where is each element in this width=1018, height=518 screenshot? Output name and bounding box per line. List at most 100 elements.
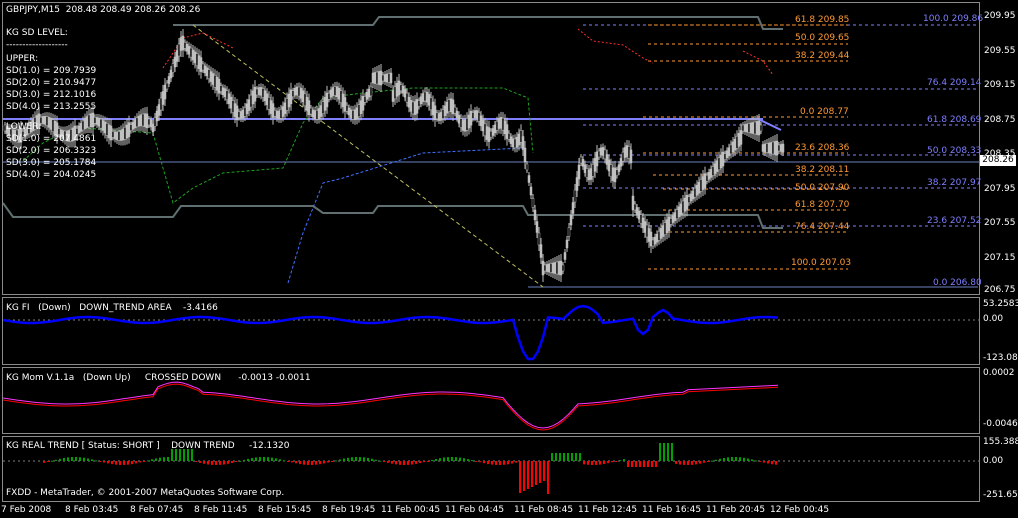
candle [233, 103, 237, 117]
candle [745, 123, 749, 133]
fi-indicator-pane[interactable]: KG FI (Down) DOWN_TREND AREA -3.4166 [2, 297, 981, 365]
candle [739, 130, 743, 145]
candle [193, 51, 197, 64]
candle [119, 130, 123, 141]
candle [509, 136, 513, 144]
candle [737, 133, 741, 147]
trend-bar [631, 461, 633, 467]
candle [337, 87, 341, 100]
candle [251, 90, 255, 105]
candle [623, 147, 627, 158]
trend-bar [343, 458, 345, 461]
candle [213, 75, 217, 88]
fib-right-label: 38.2 207.97 [927, 178, 982, 188]
trend-bar [167, 457, 169, 461]
candle [493, 124, 497, 134]
candle [447, 99, 451, 112]
trend-bar [363, 457, 365, 461]
candle [767, 142, 771, 154]
candle [443, 105, 447, 117]
candle [427, 94, 431, 106]
candle [547, 263, 551, 273]
candle [145, 113, 149, 129]
time-axis-label: 11 Feb 20:45 [706, 505, 766, 515]
mom-axis: 0.0002 -0.0046 [980, 367, 1018, 434]
candle [499, 117, 503, 129]
candle [327, 93, 331, 100]
candle [341, 93, 345, 108]
candle [751, 122, 755, 134]
candle [679, 203, 683, 216]
candle [99, 118, 103, 129]
price-axis-label: 207.55 [984, 218, 1016, 228]
candle [521, 136, 525, 150]
trend-bar [383, 461, 385, 462]
fib-right-label: 50.0 208.33 [927, 146, 982, 156]
candle [271, 103, 275, 118]
candle [451, 99, 455, 115]
trend-bar [707, 461, 709, 462]
candle [173, 56, 177, 68]
candle [117, 131, 121, 141]
channel-line [173, 16, 783, 30]
candle [391, 90, 395, 102]
candle [403, 88, 407, 98]
candle [299, 88, 303, 99]
candle [435, 112, 439, 120]
candle [243, 107, 247, 117]
candle [587, 169, 591, 181]
trend-bar [295, 461, 297, 464]
candle [377, 71, 381, 85]
candle [143, 113, 147, 127]
candle [361, 96, 365, 111]
trend-bar [299, 461, 301, 465]
trend-bar [519, 461, 521, 493]
candle [555, 261, 559, 275]
candle [273, 109, 277, 117]
candle [357, 104, 361, 117]
price-axis-label: 208.75 [984, 115, 1016, 125]
sd-lower-label: LOWER: [6, 122, 42, 132]
trend-bar [159, 457, 161, 461]
candle [673, 212, 677, 221]
candle [167, 76, 171, 84]
candle [707, 172, 711, 180]
trend-bar [315, 461, 317, 465]
candle [691, 190, 695, 200]
main-chart-pane[interactable]: GBPJPY,M15 208.48 208.49 208.26 208.26 K… [2, 2, 983, 295]
fib-mid-label: 100.0 207.03 [791, 258, 852, 268]
trend-bar [411, 461, 413, 465]
candle [229, 96, 233, 109]
trend-bar [675, 461, 677, 464]
candle [97, 117, 101, 127]
trend-bar [743, 457, 745, 461]
trend-bar [611, 461, 613, 463]
trend-bar [655, 461, 657, 467]
candle [533, 209, 537, 221]
mom-indicator-pane[interactable]: KG Mom V.1.1a (Down Up) CROSSED DOWN -0.… [2, 367, 980, 434]
trend-bar [695, 461, 697, 465]
candle [571, 202, 575, 214]
trend-bar [551, 453, 553, 461]
candle [105, 123, 109, 136]
candle [365, 92, 369, 100]
candle [197, 55, 201, 69]
trend-bar [535, 461, 537, 485]
sd-lower-2: SD(2.0) = 206.3323 [6, 146, 97, 156]
candle [483, 123, 487, 137]
candle [329, 89, 333, 98]
candle [199, 57, 203, 72]
candle [671, 215, 675, 223]
candle [699, 179, 703, 192]
trend-bar [339, 459, 341, 461]
trend-bar [651, 461, 653, 467]
time-axis-label: 8 Feb 11:45 [194, 505, 248, 515]
fib-right-label: 61.8 208.69 [927, 115, 982, 125]
candle [763, 143, 767, 153]
candle [655, 233, 659, 243]
trend-bar [223, 461, 225, 465]
trend-bar [759, 461, 761, 462]
trend-indicator-pane[interactable]: KG REAL TREND [ Status: SHORT ] DOWN TRE… [2, 436, 981, 502]
candle [151, 123, 155, 133]
candle [267, 96, 271, 110]
